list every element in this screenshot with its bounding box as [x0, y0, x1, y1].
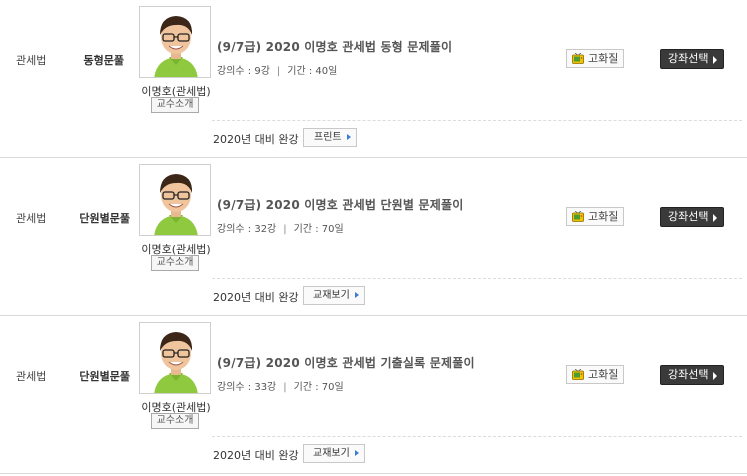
course-title[interactable]: (9/7급) 2020 이명호 관세법 기출실록 문제풀이	[217, 354, 475, 371]
course-title[interactable]: (9/7급) 2020 이명호 관세법 동형 문제풀이	[217, 38, 452, 55]
professor-intro-button[interactable]: 교수소개	[151, 413, 199, 429]
completion-status: 2020년 대비 완강	[213, 449, 299, 462]
lecture-count: 강의수 : 32강	[217, 224, 277, 235]
triangle-right-icon	[354, 292, 359, 298]
hd-quality-label: 고화질	[588, 52, 619, 65]
course-row: 관세법 단원별문풀 이명호(관세법) 교수소개 (9/7급) 2020 이명호 …	[0, 158, 747, 316]
meta-separator: |	[283, 224, 287, 235]
course-type-label: 단원별문풀	[79, 212, 130, 225]
hd-quality-button[interactable]: 고화질	[566, 49, 624, 68]
course-period: 기간 : 70일	[293, 224, 344, 235]
professor-photo	[139, 164, 211, 236]
lecture-count: 강의수 : 9강	[217, 66, 270, 77]
professor-photo	[139, 6, 211, 78]
course-row: 관세법 단원별문풀 이명호(관세법) 교수소개 (9/7급) 2020 이명호 …	[0, 316, 747, 474]
print-label: 프린트	[314, 132, 342, 143]
course-select-label: 강좌선택	[668, 368, 709, 381]
professor-intro-button[interactable]: 교수소개	[151, 97, 199, 113]
course-select-label: 강좌선택	[668, 52, 709, 65]
divider	[212, 436, 742, 437]
triangle-right-icon	[713, 214, 717, 222]
hd-quality-button[interactable]: 고화질	[566, 365, 624, 384]
textbook-button[interactable]: 교재보기	[303, 444, 365, 463]
course-period: 기간 : 40일	[287, 66, 338, 77]
triangle-right-icon	[713, 56, 717, 64]
course-type-label: 동형문풀	[83, 54, 124, 67]
triangle-right-icon	[346, 134, 351, 140]
textbook-button[interactable]: 교재보기	[303, 286, 365, 305]
professor-photo	[139, 322, 211, 394]
course-select-label: 강좌선택	[668, 210, 709, 223]
course-type-label: 단원별문풀	[79, 370, 130, 383]
textbook-label: 교재보기	[313, 448, 350, 459]
course-select-button[interactable]: 강좌선택	[660, 49, 724, 69]
course-select-button[interactable]: 강좌선택	[660, 365, 724, 385]
hd-quality-label: 고화질	[588, 210, 619, 223]
divider	[212, 278, 742, 279]
meta-separator: |	[283, 382, 287, 393]
tv-icon	[572, 211, 584, 222]
meta-separator: |	[276, 66, 281, 77]
triangle-right-icon	[354, 450, 359, 456]
professor-intro-button[interactable]: 교수소개	[151, 255, 199, 271]
course-meta: 강의수 : 9강 | 기간 : 40일	[217, 62, 337, 77]
completion-status: 2020년 대비 완강	[213, 133, 299, 146]
divider	[212, 120, 742, 121]
course-meta: 강의수 : 32강 | 기간 : 70일	[217, 220, 344, 235]
textbook-label: 교재보기	[313, 290, 350, 301]
tv-icon	[572, 369, 584, 380]
course-meta: 강의수 : 33강 | 기간 : 70일	[217, 378, 344, 393]
lecture-count: 강의수 : 33강	[217, 382, 277, 393]
completion-status: 2020년 대비 완강	[213, 291, 299, 304]
hd-quality-label: 고화질	[588, 368, 619, 381]
course-period: 기간 : 70일	[293, 382, 344, 393]
course-select-button[interactable]: 강좌선택	[660, 207, 724, 227]
tv-icon	[572, 53, 584, 64]
course-row: 관세법 동형문풀 이명호(관세법) 교수소개 (9/7급) 2020 이명호 관…	[0, 0, 747, 158]
triangle-right-icon	[713, 372, 717, 380]
course-title[interactable]: (9/7급) 2020 이명호 관세법 단원별 문제풀이	[217, 196, 464, 213]
hd-quality-button[interactable]: 고화질	[566, 207, 624, 226]
print-button[interactable]: 프린트	[303, 128, 357, 147]
